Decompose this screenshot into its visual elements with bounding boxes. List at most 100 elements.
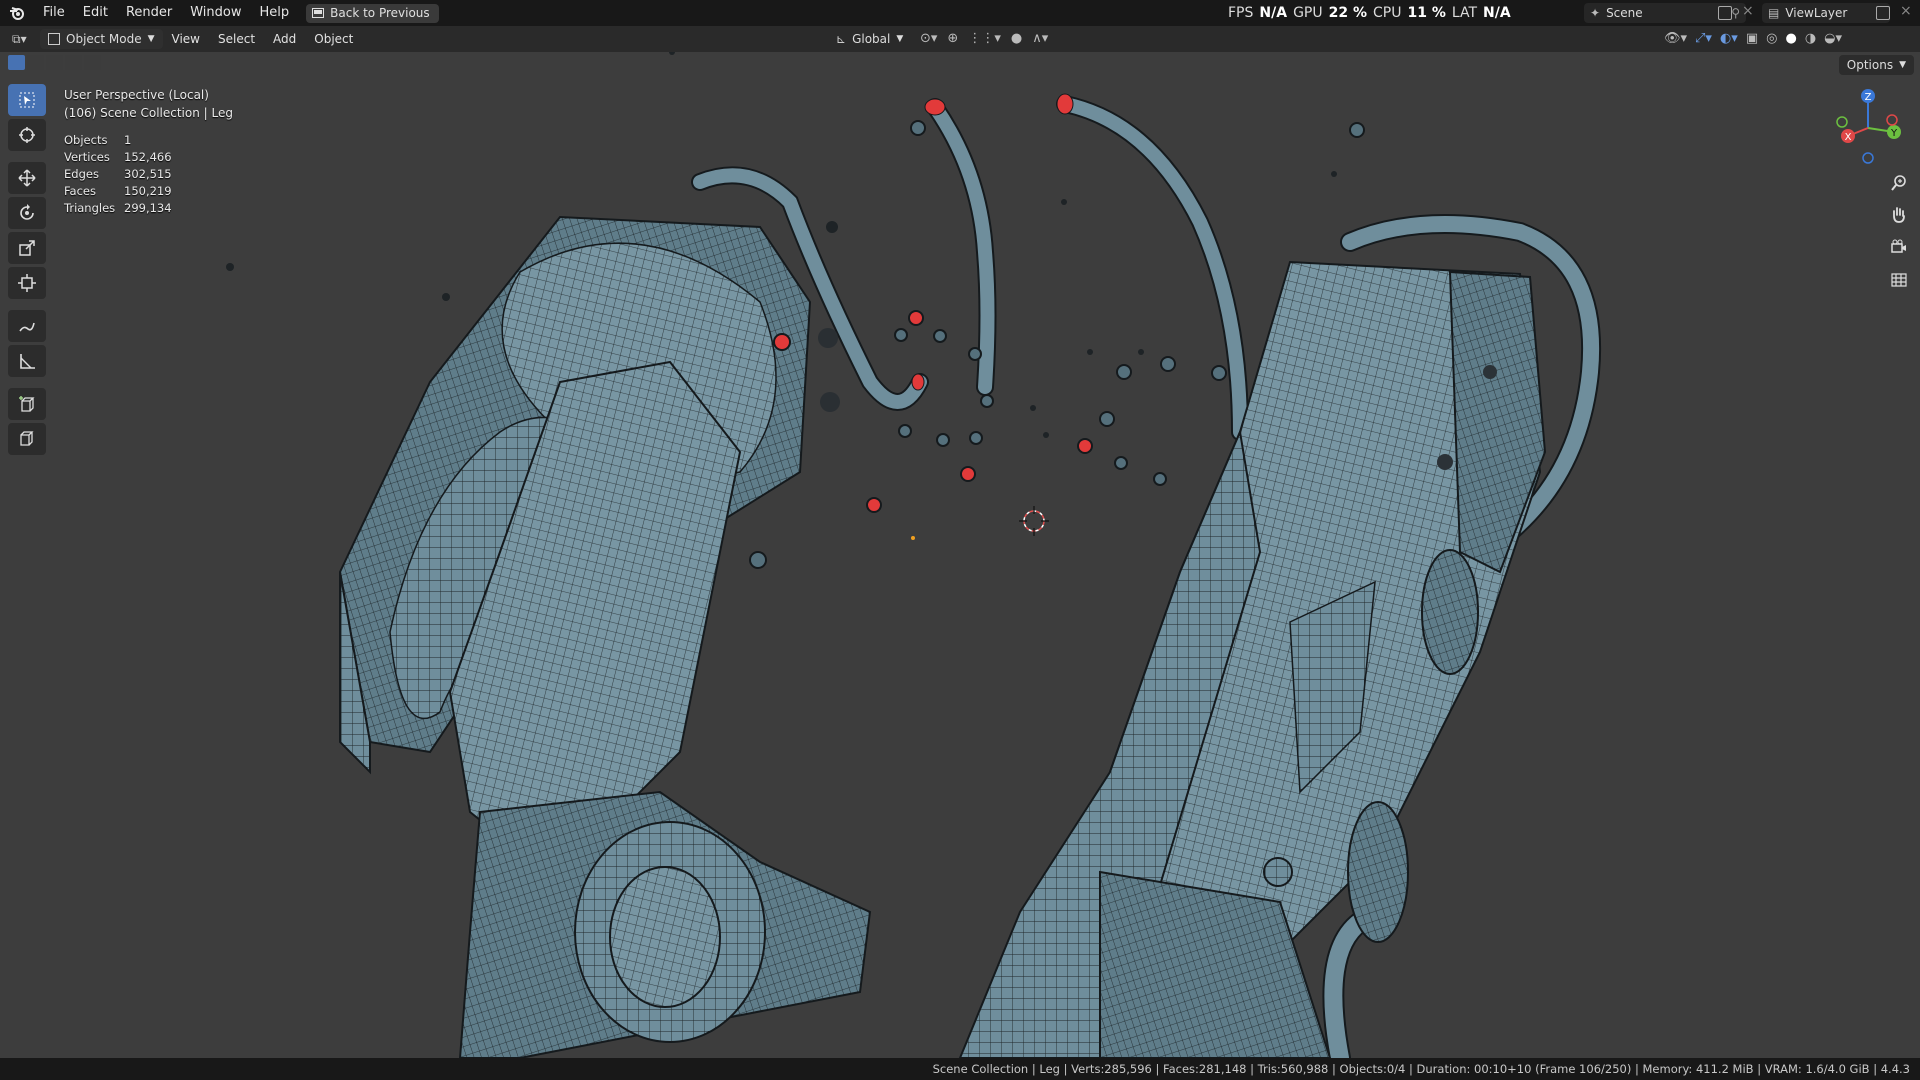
cpu-value: 11 % <box>1407 5 1446 21</box>
stat-row: Faces 150,219 <box>64 183 172 200</box>
snap-target-icon[interactable]: ⋮⋮▾ <box>968 31 1001 46</box>
gizmo-toggle-icon[interactable]: ⤢▾ <box>1695 31 1712 46</box>
snap-icon[interactable]: ⊕ <box>947 31 958 46</box>
pan-hand-icon[interactable] <box>1886 202 1912 228</box>
measure-tool[interactable] <box>8 345 46 377</box>
menu-select[interactable]: Select <box>209 32 264 46</box>
navigation-gizmo[interactable]: Z Y X <box>1830 86 1910 170</box>
add-cube-icon <box>19 396 35 412</box>
pivot-snap-tools[interactable]: ⊙▾ ⊕ ⋮⋮▾ ● ∧▾ <box>920 31 1048 46</box>
material-shading-icon[interactable]: ◑ <box>1805 31 1816 46</box>
falloff-icon[interactable]: ∧▾ <box>1032 31 1048 46</box>
transform-tool[interactable] <box>8 267 46 299</box>
rotate-tool[interactable] <box>8 197 46 229</box>
stat-value: 299,134 <box>124 201 172 215</box>
view-layer-name: ViewLayer <box>1785 6 1848 20</box>
cpu-label: CPU <box>1373 5 1402 21</box>
menu-help[interactable]: Help <box>251 0 299 26</box>
rendered-shading-icon[interactable]: ◒▾ <box>1824 31 1842 46</box>
menu-edit[interactable]: Edit <box>74 0 117 26</box>
stat-label: Objects <box>64 133 108 147</box>
move-tool[interactable] <box>8 162 46 194</box>
add-cube-tool[interactable] <box>8 388 46 420</box>
menu-view[interactable]: View <box>163 32 209 46</box>
fps-label: FPS <box>1228 5 1254 21</box>
delete-view-layer-icon[interactable]: × <box>1900 3 1912 19</box>
grid-perspective-icon[interactable] <box>1886 266 1912 292</box>
gpu-label: GPU <box>1293 5 1323 21</box>
back-to-previous-button[interactable]: Back to Previous <box>306 3 439 23</box>
y-axis-label: Y <box>1890 128 1898 139</box>
object-mode-dropdown[interactable]: Object Mode ▼ <box>40 29 163 49</box>
zoom-icon[interactable] <box>1886 170 1912 196</box>
3d-cursor-icon[interactable] <box>1019 506 1049 536</box>
stat-row: Edges 302,515 <box>64 166 172 183</box>
view-layer-icon: ▤ <box>1768 6 1780 20</box>
status-bar: Scene Collection | Leg | Verts:285,596 |… <box>0 1058 1920 1080</box>
stat-label: Vertices <box>64 150 110 164</box>
visibility-icon[interactable]: 👁▾ <box>1664 31 1687 46</box>
select-box-tool[interactable] <box>8 84 46 116</box>
stat-value: 152,466 <box>124 150 172 164</box>
object-mode-label: Object Mode <box>66 32 142 46</box>
delete-scene-icon[interactable]: × <box>1742 3 1754 19</box>
cursor-arrow-icon <box>19 92 35 108</box>
view-name: User Perspective (Local) <box>64 88 209 102</box>
overlay-toggle-icon[interactable]: ◐▾ <box>1720 31 1738 46</box>
proportional-edit-icon[interactable]: ● <box>1011 31 1022 46</box>
menu-add[interactable]: Add <box>264 32 305 46</box>
pivot-icon[interactable]: ⊙▾ <box>920 31 937 46</box>
chevron-down-icon: ▼ <box>896 34 904 44</box>
stat-label: Faces <box>64 184 96 198</box>
xray-icon[interactable]: ▣ <box>1746 31 1758 46</box>
lat-label: LAT <box>1451 5 1478 21</box>
new-view-layer-icon[interactable] <box>1876 6 1890 20</box>
ruler-icon <box>20 354 35 369</box>
viewport-nav-tools <box>1886 170 1912 292</box>
viewport-info: User Perspective (Local) (106) Scene Col… <box>64 86 233 122</box>
lat-value: N/A <box>1483 5 1511 21</box>
scene-icon: ✦ <box>1590 6 1601 20</box>
3d-viewport[interactable] <box>0 52 1920 1058</box>
status-text: Scene Collection | Leg | Verts:285,596 |… <box>932 1062 1910 1076</box>
viewport-shading-controls: 👁▾ ⤢▾ ◐▾ ▣ ◎ ● ◑ ◒▾ <box>1664 31 1842 46</box>
z-axis-label: Z <box>1865 92 1872 103</box>
menu-render[interactable]: Render <box>117 0 181 26</box>
performance-readout: FPS N/A GPU 22 % CPU 11 % LAT N/A <box>1228 0 1511 26</box>
solid-shading-icon[interactable]: ● <box>1785 31 1796 46</box>
pin-icon[interactable]: ⚲ <box>1731 6 1740 20</box>
transform-orientation-dropdown[interactable]: ⊾ Global ▼ <box>836 29 903 49</box>
transform-icon <box>18 274 36 292</box>
menu-file[interactable]: File <box>34 0 74 26</box>
stat-value: 302,515 <box>124 167 172 181</box>
view-layer-selector[interactable]: ▤ ViewLayer <box>1762 3 1890 23</box>
menu-window[interactable]: Window <box>181 0 250 26</box>
chevron-down-icon: ▼ <box>147 34 155 44</box>
left-leg-mesh[interactable] <box>338 166 929 1058</box>
stat-row: Objects 1 <box>64 132 172 149</box>
transform-orientation-label: Global <box>852 32 891 46</box>
scene-name: Scene <box>1606 6 1643 20</box>
orientation-icon: ⊾ <box>836 32 847 46</box>
menu-object[interactable]: Object <box>305 32 362 46</box>
right-leg-mesh[interactable] <box>958 260 1547 1058</box>
camera-view-icon[interactable] <box>1886 234 1912 260</box>
new-scene-icon[interactable] <box>1718 6 1732 20</box>
scale-tool[interactable] <box>8 232 46 264</box>
wireframe-shading-icon[interactable]: ◎ <box>1766 31 1777 46</box>
rotate-icon <box>20 204 34 220</box>
pencil-icon <box>19 322 35 332</box>
stat-label: Edges <box>64 167 99 181</box>
x-axis-label: X <box>1845 132 1852 143</box>
back-to-previous-label: Back to Previous <box>330 6 430 20</box>
scale-icon <box>19 240 35 256</box>
annotate-tool[interactable] <box>8 310 46 342</box>
editor-type-icon[interactable]: ⧉▾ <box>12 32 34 47</box>
active-collection: (106) Scene Collection | Leg <box>64 106 233 120</box>
gpu-value: 22 % <box>1328 5 1367 21</box>
stat-row: Triangles 299,134 <box>64 200 172 217</box>
add-shape-tool[interactable] <box>8 423 46 455</box>
stat-value: 1 <box>124 133 132 147</box>
cursor-tool[interactable] <box>8 119 46 151</box>
blender-logo-icon[interactable] <box>0 6 34 20</box>
